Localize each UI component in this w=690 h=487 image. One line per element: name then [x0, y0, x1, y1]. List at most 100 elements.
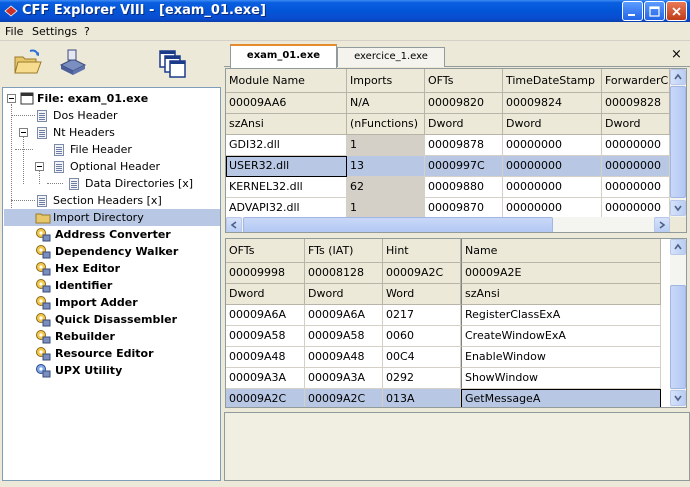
tree-item-import-directory[interactable]: Import Directory [3, 209, 203, 226]
column-header[interactable]: Name [461, 239, 661, 263]
menu-file[interactable]: File [5, 25, 23, 38]
info-panel [224, 412, 690, 481]
table-cell[interactable]: 00009A2C [305, 389, 383, 407]
table-cell[interactable]: 1 [347, 198, 425, 219]
modules-table: Module Name Imports OFTs TimeDateStamp F… [225, 68, 687, 233]
table-cell[interactable]: 013A [383, 389, 461, 407]
table-cell[interactable]: 00009880 [425, 177, 503, 198]
tab-close-icon[interactable]: × [671, 47, 682, 62]
column-header[interactable]: OFTs [226, 239, 305, 263]
tree-item-dependency-walker[interactable]: Dependency Walker [3, 243, 203, 260]
table-cell[interactable]: 00000000 [503, 198, 602, 219]
tree-item-identifier[interactable]: Identifier [3, 277, 203, 294]
table-cell[interactable]: 00000000 [503, 156, 602, 177]
table-cell[interactable]: 62 [347, 177, 425, 198]
table-cell[interactable]: 00009A6A [226, 305, 305, 326]
collapse-icon[interactable] [7, 94, 16, 103]
tree-root[interactable]: File: exam_01.exe [5, 90, 205, 107]
table-cell[interactable]: CreateWindowExA [461, 326, 661, 347]
table-cell[interactable]: 00000000 [503, 135, 602, 156]
tab-exercice-1[interactable]: exercice_1.exe [337, 47, 445, 67]
windows-icon[interactable] [157, 47, 189, 79]
app-icon [4, 5, 18, 17]
table-cell[interactable]: EnableWindow [461, 347, 661, 368]
tree-item-data-directories[interactable]: Data Directories [x] [3, 175, 203, 192]
tree-item-resource-editor[interactable]: Resource Editor [3, 345, 203, 362]
table-cell[interactable]: 13 [347, 156, 425, 177]
table-cell[interactable]: ADVAPI32.dll [226, 198, 347, 219]
table-cell[interactable]: 00009A6A [305, 305, 383, 326]
offset-cell: N/A [347, 93, 425, 114]
table-cell[interactable]: 00000000 [602, 156, 670, 177]
table-cell[interactable]: 0217 [383, 305, 461, 326]
column-header[interactable]: TimeDateStamp [503, 69, 602, 93]
column-header[interactable]: FTs (IAT) [305, 239, 383, 263]
tree-item-upx-utility[interactable]: UPX Utility [3, 362, 203, 379]
imports-vertical-scrollbar[interactable] [670, 239, 686, 407]
table-cell[interactable]: GDI32.dll [226, 135, 347, 156]
tree-item-quick-disassembler[interactable]: Quick Disassembler [3, 311, 203, 328]
tree-item-nt-headers[interactable]: Nt Headers [3, 124, 203, 141]
table-cell[interactable]: 0292 [383, 368, 461, 389]
column-header[interactable]: ForwarderCh [602, 69, 670, 93]
table-cell[interactable]: 00009A2C [226, 389, 305, 407]
scroll-down-button[interactable] [670, 200, 686, 216]
maximize-button[interactable] [644, 1, 665, 21]
tree-item-section-headers[interactable]: Section Headers [x] [3, 192, 203, 209]
table-cell[interactable]: 00009A3A [226, 368, 305, 389]
table-cell[interactable]: 00009A48 [305, 347, 383, 368]
column-header[interactable]: Hint [383, 239, 461, 263]
tree-item-file-header[interactable]: File Header [3, 141, 203, 158]
table-cell[interactable]: RegisterClassExA [461, 305, 661, 326]
table-cell[interactable]: GetMessageA [461, 389, 661, 407]
scroll-left-button[interactable] [226, 217, 242, 232]
table-cell[interactable]: 00009878 [425, 135, 503, 156]
table-cell[interactable]: 00009A3A [305, 368, 383, 389]
save-disk-icon[interactable] [57, 47, 89, 79]
table-cell[interactable]: 00000000 [602, 135, 670, 156]
column-header[interactable]: Imports [347, 69, 425, 93]
scroll-down-button[interactable] [670, 390, 686, 406]
tree-item-address-converter[interactable]: Address Converter [3, 226, 203, 243]
open-folder-icon[interactable] [12, 47, 44, 79]
tree-item-import-adder[interactable]: Import Adder [3, 294, 203, 311]
table-cell[interactable]: 00000000 [602, 177, 670, 198]
table-cell[interactable]: 00009A58 [305, 326, 383, 347]
tree-item-rebuilder[interactable]: Rebuilder [3, 328, 203, 345]
table-cell[interactable]: ShowWindow [461, 368, 661, 389]
table-cell[interactable]: 00009A48 [226, 347, 305, 368]
tree-item-dos-header[interactable]: Dos Header [3, 107, 203, 124]
table-cell[interactable]: USER32.dll [226, 156, 347, 177]
scroll-up-button[interactable] [670, 239, 686, 255]
table-cell[interactable]: 0060 [383, 326, 461, 347]
minimize-button[interactable] [622, 1, 643, 21]
scroll-thumb[interactable] [670, 285, 686, 389]
table-cell[interactable]: KERNEL32.dll [226, 177, 347, 198]
table-cell[interactable]: 00009870 [425, 198, 503, 219]
type-cell: Word [383, 284, 461, 305]
menu-settings[interactable]: Settings [32, 25, 77, 38]
collapse-icon[interactable] [19, 128, 28, 137]
scroll-right-button[interactable] [654, 217, 670, 232]
modules-horizontal-scrollbar[interactable] [226, 217, 670, 232]
modules-vertical-scrollbar[interactable] [670, 69, 686, 217]
scroll-thumb[interactable] [670, 86, 686, 198]
tree-item-hex-editor[interactable]: Hex Editor [3, 260, 203, 277]
tree-item-optional-header[interactable]: Optional Header [3, 158, 203, 175]
table-cell[interactable]: 1 [347, 135, 425, 156]
menu-help[interactable]: ? [84, 25, 90, 38]
table-cell[interactable]: 00C4 [383, 347, 461, 368]
table-cell[interactable]: 00000000 [602, 198, 670, 219]
scroll-thumb[interactable] [243, 217, 553, 232]
type-cell: (nFunctions) [347, 114, 425, 135]
column-header[interactable]: Module Name [226, 69, 347, 93]
table-cell[interactable]: 00009A58 [226, 326, 305, 347]
close-button[interactable] [666, 1, 687, 21]
tab-exam-01[interactable]: exam_01.exe [230, 44, 337, 68]
table-cell[interactable]: 0000997C [425, 156, 503, 177]
collapse-icon[interactable] [35, 162, 44, 171]
column-header[interactable]: OFTs [425, 69, 503, 93]
scroll-up-button[interactable] [670, 69, 686, 85]
table-cell[interactable]: 00000000 [503, 177, 602, 198]
file-icon [20, 92, 34, 105]
